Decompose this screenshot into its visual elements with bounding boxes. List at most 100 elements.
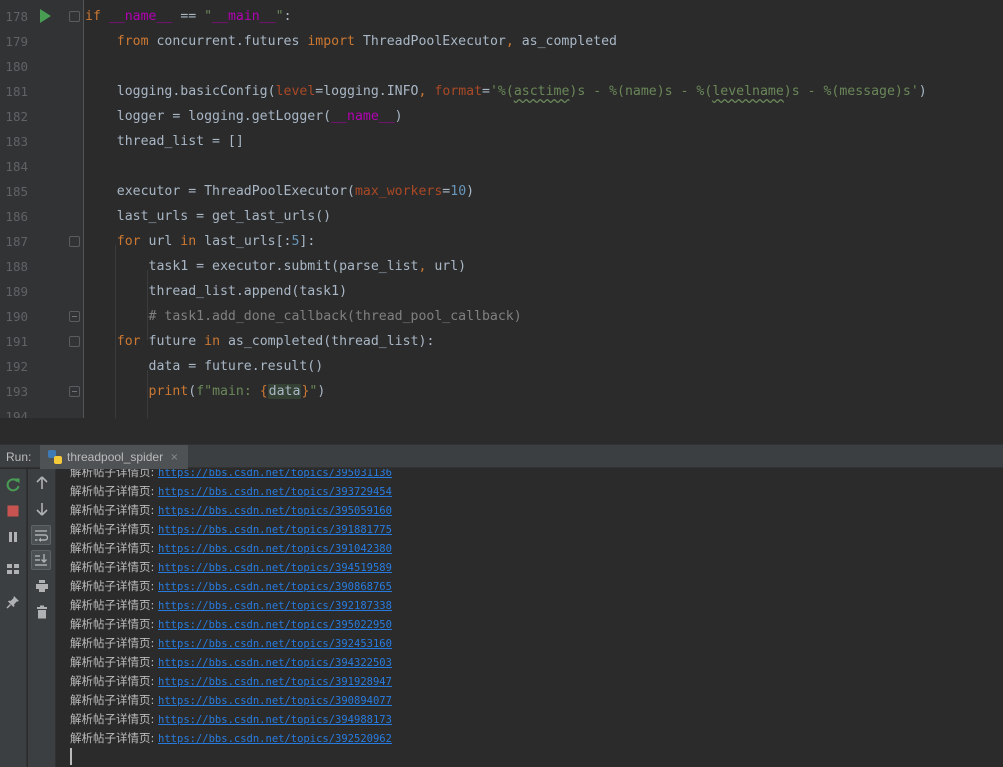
editor-gutter: 178 179 180 181 182 183 184 185 186 187 188 189 190 1… [0, 0, 84, 418]
code-token: =logging.INFO [315, 84, 419, 99]
topic-link[interactable]: https://bbs.csdn.net/topics/391881775 [158, 524, 392, 536]
run-toolbar-secondary [28, 469, 56, 767]
stop-button[interactable] [3, 501, 23, 521]
code-token: url [140, 234, 181, 249]
line-number: 187 [5, 234, 28, 249]
close-tab-icon[interactable]: × [170, 452, 178, 463]
console-line: 解析帖子详情页: https://bbs.csdn.net/topics/390… [70, 691, 392, 710]
console-line: 解析帖子详情页: https://bbs.csdn.net/topics/394… [70, 653, 392, 672]
trash-icon [37, 605, 47, 619]
pin-tab-button[interactable] [3, 592, 23, 612]
topic-link[interactable]: https://bbs.csdn.net/topics/390894077 [158, 695, 392, 707]
arrow-down-icon [36, 503, 48, 516]
topic-link[interactable]: https://bbs.csdn.net/topics/392187338 [158, 600, 392, 612]
fold-end-icon[interactable] [69, 386, 80, 397]
code-token: if [85, 9, 101, 24]
fold-start-icon[interactable] [69, 11, 80, 22]
topic-link[interactable]: https://bbs.csdn.net/topics/391928947 [158, 676, 392, 688]
line-number: 193 [5, 384, 28, 399]
print-button[interactable] [32, 576, 52, 596]
code-token: format [434, 84, 483, 99]
run-triangle-icon[interactable] [40, 9, 51, 23]
console-line: 解析帖子详情页: https://bbs.csdn.net/topics/395… [70, 501, 392, 520]
arrow-up-icon [36, 476, 48, 489]
code-token: as_completed(thread_list): [220, 334, 435, 349]
code-area[interactable]: if __name__ == "__main__": from concurre… [85, 0, 1003, 418]
topic-link[interactable]: https://bbs.csdn.net/topics/391042380 [158, 543, 392, 555]
code-token: , [505, 34, 514, 49]
line-number: 192 [5, 359, 28, 374]
soft-wrap-button[interactable] [31, 525, 51, 545]
topic-link[interactable]: https://bbs.csdn.net/topics/395022950 [158, 619, 392, 631]
topic-link[interactable]: https://bbs.csdn.net/topics/395031136 [158, 469, 392, 479]
console-prefix: 解析帖子详情页: [70, 617, 159, 631]
python-icon [48, 450, 62, 464]
topic-link[interactable]: https://bbs.csdn.net/topics/392520962 [158, 733, 392, 745]
console-output[interactable]: 解析帖子详情页: https://bbs.csdn.net/topics/395… [57, 469, 1003, 767]
scroll-up-button[interactable] [32, 473, 52, 493]
clear-all-button[interactable] [32, 602, 52, 622]
console-line: 解析帖子详情页: https://bbs.csdn.net/topics/394… [70, 710, 392, 729]
run-tab-label: threadpool_spider [67, 450, 164, 464]
console-line: 解析帖子详情页: https://bbs.csdn.net/topics/391… [70, 539, 392, 558]
fold-start-icon[interactable] [69, 336, 80, 347]
code-line: for future in as_completed(thread_list): [85, 329, 1003, 354]
console-prefix: 解析帖子详情页: [70, 560, 159, 574]
code-line: from concurrent.futures import ThreadPoo… [85, 29, 1003, 54]
code-token: : [283, 9, 292, 24]
code-line: data = future.result() [85, 354, 1003, 379]
scroll-to-end-button[interactable] [31, 550, 51, 570]
code-token: ( [188, 384, 197, 399]
scroll-down-button[interactable] [32, 499, 52, 519]
console-prefix: 解析帖子详情页: [70, 541, 159, 555]
line-number: 191 [5, 334, 28, 349]
code-token: ) [918, 84, 927, 99]
code-line: if __name__ == "__main__": [85, 4, 1003, 29]
topic-link[interactable]: https://bbs.csdn.net/topics/390868765 [158, 581, 392, 593]
run-label: Run: [6, 450, 32, 464]
line-number: 185 [5, 184, 28, 199]
rerun-button[interactable] [3, 475, 23, 495]
code-line: for url in last_urls[:5]: [85, 229, 1003, 254]
console-prefix: 解析帖子详情页: [70, 674, 159, 688]
line-number: 183 [5, 134, 28, 149]
run-tool-window: Run: threadpool_spider × 解析帖子详情页: https:… [0, 444, 1003, 767]
topic-link[interactable]: https://bbs.csdn.net/topics/392453160 [158, 638, 392, 650]
console-prefix: 解析帖子详情页: [70, 484, 159, 498]
code-token: " [204, 9, 213, 24]
code-token: task1 = executor.submit(parse_list [85, 259, 419, 274]
run-tab-threadpool-spider[interactable]: threadpool_spider × [40, 445, 189, 469]
pause-button[interactable] [3, 527, 23, 547]
code-token: last_urls = get_last_urls() [85, 209, 332, 224]
console-prefix: 解析帖子详情页: [70, 469, 159, 479]
code-token: url) [426, 259, 467, 274]
soft-wrap-icon [35, 530, 48, 542]
code-token: f"main: [196, 384, 260, 399]
console-line: 解析帖子详情页: https://bbs.csdn.net/topics/391… [70, 672, 392, 691]
code-token: '%( [489, 84, 514, 99]
code-line: last_urls = get_last_urls() [85, 204, 1003, 229]
topic-link[interactable]: https://bbs.csdn.net/topics/394322503 [158, 657, 392, 669]
fold-start-icon[interactable] [69, 236, 80, 247]
topic-link[interactable]: https://bbs.csdn.net/topics/395059160 [158, 505, 392, 517]
console-prefix: 解析帖子详情页: [70, 522, 159, 536]
code-token: __name__ [331, 109, 395, 124]
code-token: import [307, 34, 355, 49]
code-editor[interactable]: 178 179 180 181 182 183 184 185 186 187 188 189 190 1… [0, 0, 1003, 418]
console-line: 解析帖子详情页: https://bbs.csdn.net/topics/393… [70, 482, 392, 501]
restore-layout-button[interactable] [3, 559, 23, 579]
topic-link[interactable]: https://bbs.csdn.net/topics/393729454 [158, 486, 392, 498]
line-number: 188 [5, 259, 28, 274]
code-token: concurrent.futures [148, 34, 308, 49]
topic-link[interactable]: https://bbs.csdn.net/topics/394988173 [158, 714, 392, 726]
fold-end-icon[interactable] [69, 311, 80, 322]
topic-link[interactable]: https://bbs.csdn.net/topics/394519589 [158, 562, 392, 574]
code-token: max_workers [354, 184, 443, 199]
code-token: )s - %(message)s' [783, 84, 919, 99]
console-line: 解析帖子详情页: https://bbs.csdn.net/topics/394… [70, 558, 392, 577]
